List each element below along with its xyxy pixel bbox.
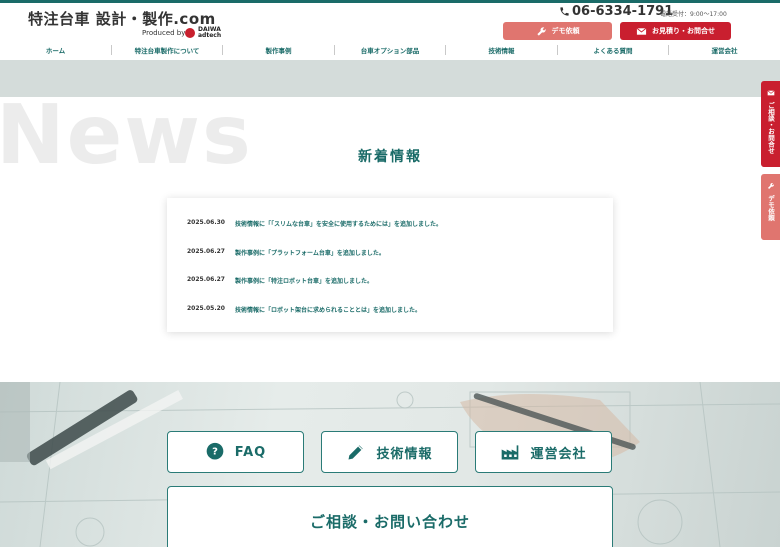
news-date: 2025.06.27 xyxy=(187,276,225,283)
news-date: 2025.06.27 xyxy=(187,248,225,255)
news-section-title: 新着情報 xyxy=(358,149,422,165)
nav-item-tech[interactable]: 技術情報 xyxy=(446,43,557,57)
nav-item-faq[interactable]: よくある質問 xyxy=(558,43,668,57)
tech-info-card[interactable]: 技術情報 xyxy=(321,431,458,473)
svg-text:?: ? xyxy=(212,447,218,458)
phone-number[interactable]: 06-6334-1791 xyxy=(572,4,673,19)
faq-label: FAQ xyxy=(234,444,267,460)
factory-icon xyxy=(502,445,519,460)
nav-item-parts[interactable]: 台車オプション部品 xyxy=(335,43,445,57)
side-contact-tab[interactable]: ご相談・お問合せ xyxy=(761,81,780,167)
mail-icon xyxy=(636,27,647,35)
contact-title: ご相談・お問い合わせ xyxy=(309,513,470,531)
news-link[interactable]: 技術情報に「「スリムな台車」を安全に使用するためには」を追加しました。 xyxy=(235,219,442,228)
produced-by-label: Produced by xyxy=(142,29,186,37)
phone-hours: 電話受付：9:00〜17:00 xyxy=(660,11,727,18)
links-section: ? FAQ 技術情報 運営会社 ご相談・お問い合わせ xyxy=(0,382,780,547)
company-card[interactable]: 運営会社 xyxy=(475,431,612,473)
faq-card[interactable]: ? FAQ xyxy=(167,431,304,473)
news-link[interactable]: 製作事例に「プラットフォーム台車」を追加しました。 xyxy=(235,248,385,257)
side-demo-tab[interactable]: デモ依頼 xyxy=(761,174,780,240)
daiwa-logo-mark xyxy=(185,28,195,38)
contact-card[interactable]: ご相談・お問い合わせ xyxy=(167,486,613,547)
news-list: 2025.06.30 技術情報に「「スリムな台車」を安全に使用するためには」を追… xyxy=(167,198,613,332)
nav-item-cases[interactable]: 製作事例 xyxy=(223,43,334,57)
news-link[interactable]: 製作事例に「特注ロボット台車」を追加しました。 xyxy=(235,276,373,285)
mail-icon xyxy=(766,90,775,96)
news-date: 2025.06.30 xyxy=(187,219,225,226)
news-date: 2025.05.20 xyxy=(187,305,225,312)
company-label: 運営会社 xyxy=(530,446,587,462)
side-demo-label: デモ依頼 xyxy=(766,195,775,221)
main-nav: ホーム 特注台車製作について 製作事例 台車オプション部品 技術情報 よくある質… xyxy=(0,43,780,57)
quote-inquiry-label: お見積り・お問合せ xyxy=(652,27,715,35)
wrench-icon xyxy=(767,183,774,189)
tech-info-label: 技術情報 xyxy=(376,446,433,462)
daiwa-logo-text: DAIWA adtech xyxy=(198,26,222,39)
phone-icon xyxy=(560,7,569,16)
demo-request-label: デモ依頼 xyxy=(551,27,580,35)
news-background-word: News xyxy=(0,88,253,183)
nav-item-company[interactable]: 運営会社 xyxy=(669,43,780,57)
pen-icon xyxy=(348,445,364,460)
top-accent-line xyxy=(0,0,780,3)
wrench-icon xyxy=(536,26,546,36)
site-logo-title[interactable]: 特注台車 設計・製作.com xyxy=(28,8,216,29)
question-icon: ? xyxy=(206,442,224,460)
demo-request-button[interactable]: デモ依頼 xyxy=(503,22,612,40)
side-contact-label: ご相談・お問合せ xyxy=(766,102,775,154)
nav-item-about[interactable]: 特注台車製作について xyxy=(112,43,222,57)
nav-item-home[interactable]: ホーム xyxy=(0,43,111,57)
news-link[interactable]: 技術情報に「ロボット架台に求められることとは」を追加しました。 xyxy=(235,305,421,314)
quote-inquiry-button[interactable]: お見積り・お問合せ xyxy=(620,22,731,40)
